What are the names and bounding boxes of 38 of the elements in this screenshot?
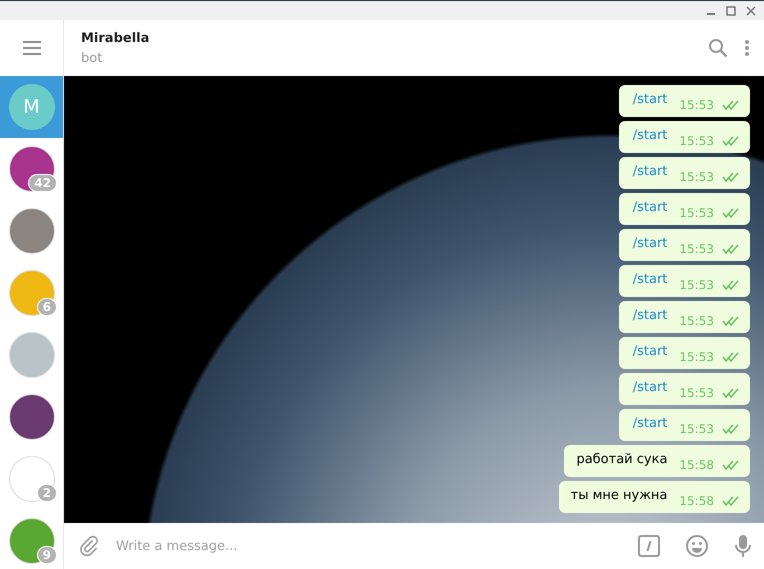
search-icon[interactable] xyxy=(708,38,728,58)
message-time: 15:53 xyxy=(679,134,714,148)
bot-command-icon[interactable] xyxy=(638,535,660,557)
command-link[interactable]: /start xyxy=(632,380,668,394)
microphone-icon[interactable] xyxy=(734,534,752,558)
command-link[interactable]: /start xyxy=(632,344,668,358)
command-link[interactable]: /start xyxy=(632,128,668,142)
more-icon[interactable] xyxy=(744,39,750,57)
message-time: 15:53 xyxy=(679,314,714,328)
message-time: 15:53 xyxy=(679,278,714,292)
command-link[interactable]: /start xyxy=(632,416,668,430)
chat-item[interactable]: M xyxy=(0,76,63,138)
chat-title: Mirabella xyxy=(81,30,150,46)
emoji-icon[interactable] xyxy=(686,535,708,557)
chat-status: bot xyxy=(81,50,104,66)
message-time: 15:53 xyxy=(679,422,714,436)
message-time: 15:58 xyxy=(679,494,714,508)
command-link[interactable]: /start xyxy=(632,164,668,178)
command-link[interactable]: /start xyxy=(632,272,668,286)
command-link[interactable]: /start xyxy=(632,308,668,322)
message-time: 15:53 xyxy=(679,206,714,220)
menu-icon[interactable] xyxy=(22,40,42,56)
message-time: 15:53 xyxy=(679,98,714,112)
unread-count: 42 xyxy=(28,174,57,192)
message-text: работай сука xyxy=(576,452,668,466)
command-link[interactable]: /start xyxy=(632,236,668,250)
command-link[interactable]: /start xyxy=(632,92,668,106)
message-time: 15:53 xyxy=(679,242,714,256)
letter-avatar: M xyxy=(8,84,54,130)
message-time: 15:53 xyxy=(679,350,714,364)
message-time: 15:58 xyxy=(679,458,714,472)
command-link[interactable]: /start xyxy=(632,200,668,214)
message-time: 15:53 xyxy=(679,170,714,184)
message-time: 15:53 xyxy=(679,386,714,400)
maximize-icon[interactable] xyxy=(726,6,736,16)
paperclip-icon[interactable] xyxy=(78,535,100,557)
message-text: ты мне нужна xyxy=(570,488,668,502)
close-icon[interactable] xyxy=(746,6,756,16)
